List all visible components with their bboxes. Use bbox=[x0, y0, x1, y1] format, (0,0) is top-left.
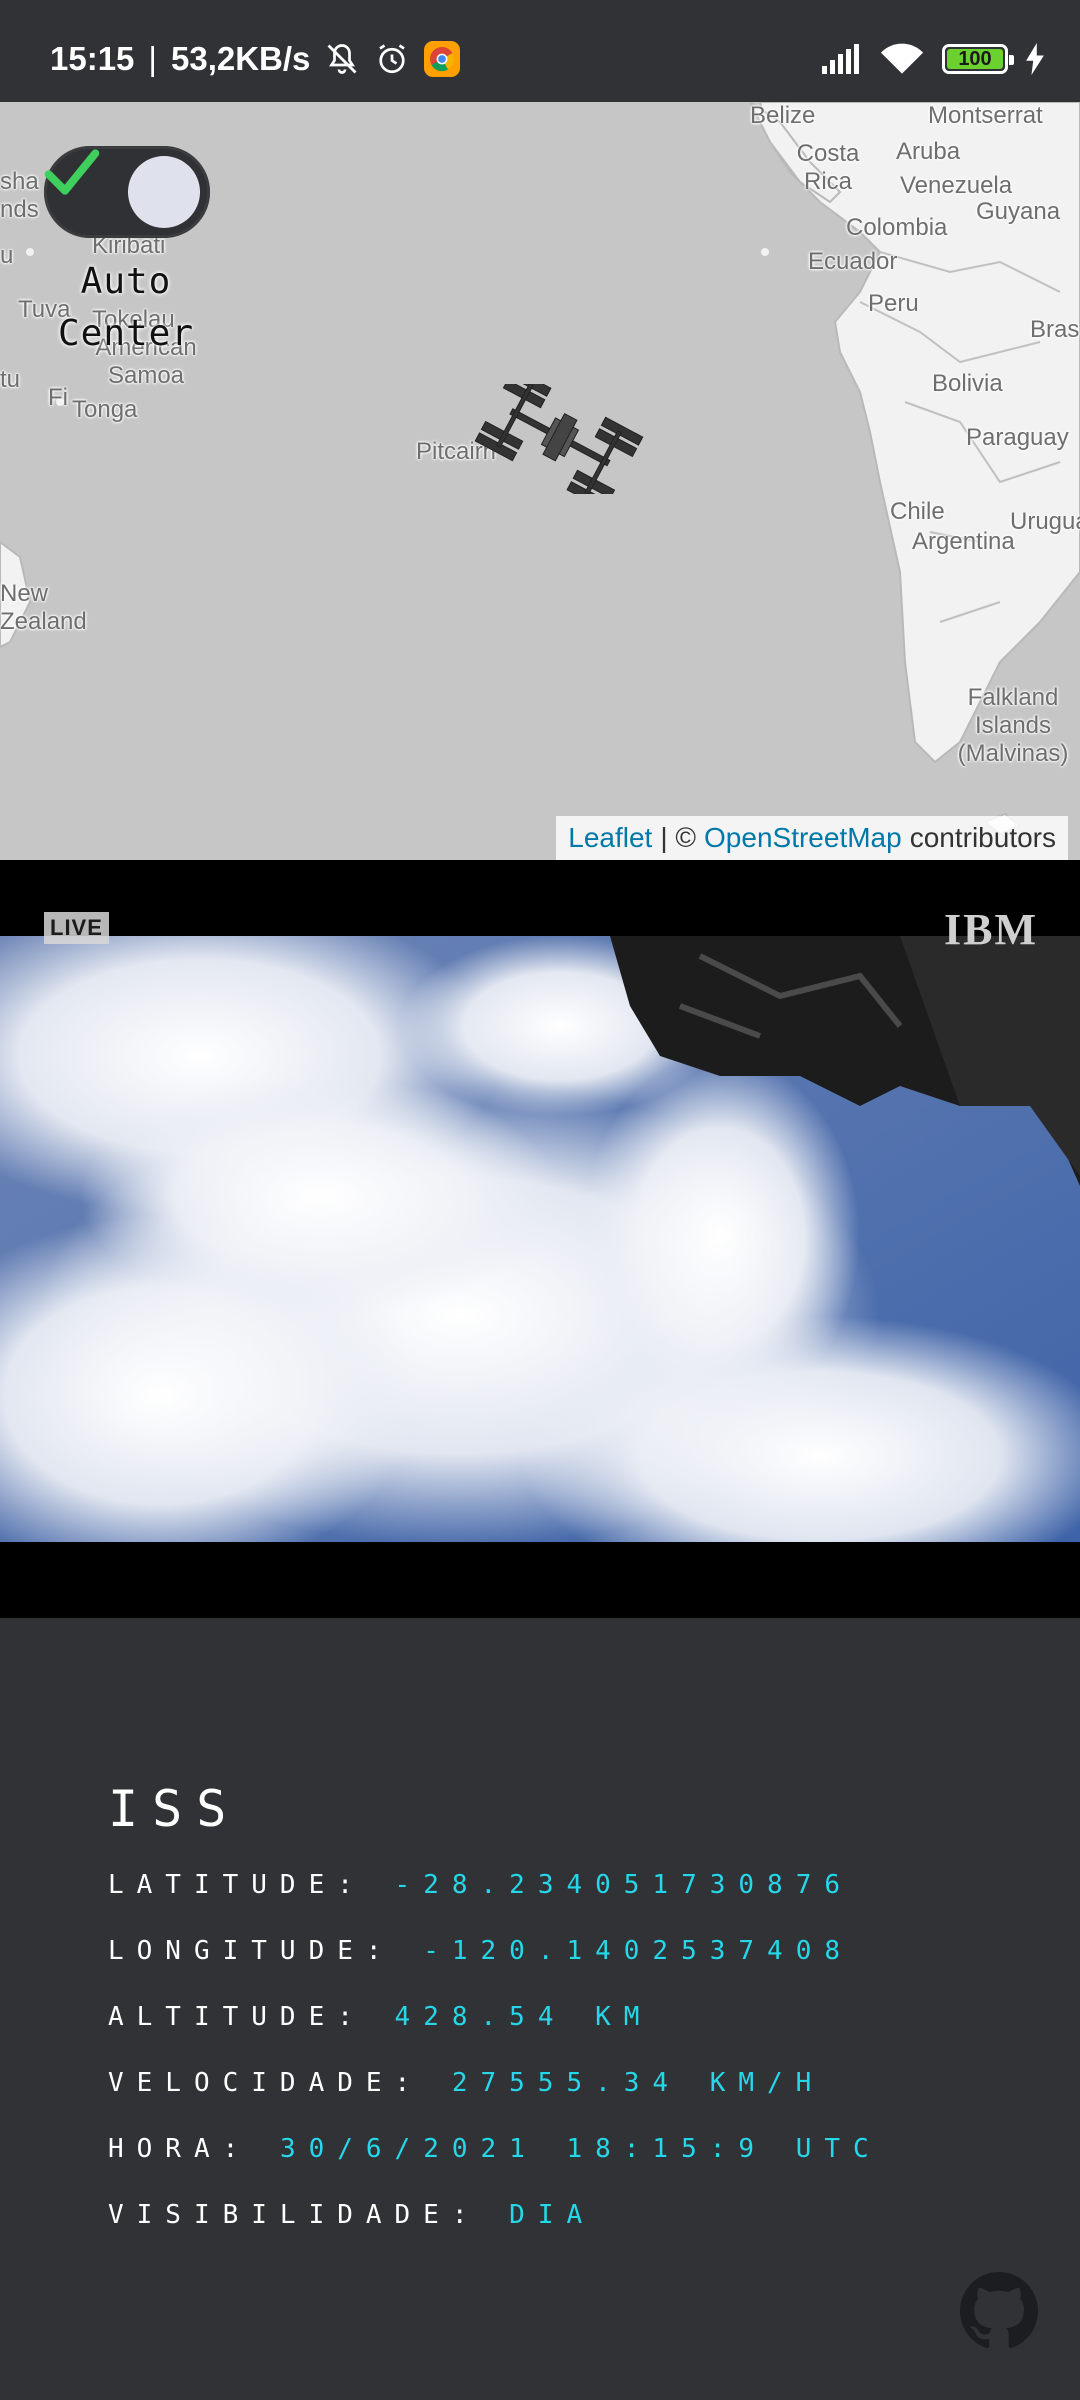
visibility-value: DIA bbox=[509, 2200, 596, 2230]
auto-center-toggle-wrap bbox=[44, 146, 210, 238]
live-video-player[interactable]: LIVE IBM bbox=[0, 860, 1080, 1618]
longitude-value: -120.1402537408 bbox=[423, 1936, 854, 1966]
charging-icon bbox=[1026, 43, 1044, 75]
longitude-label: LONGITUDE: bbox=[108, 1936, 395, 1966]
attribution-suffix: contributors bbox=[909, 822, 1056, 853]
map-label-uruguay: Urugua bbox=[1010, 508, 1080, 535]
map-label-peru: Peru bbox=[868, 290, 919, 317]
time-value: 30/6/2021 18:15:9 UTC bbox=[279, 2134, 882, 2164]
map-attribution: Leaflet | © OpenStreetMap contributors bbox=[556, 816, 1068, 860]
signal-icon bbox=[822, 44, 862, 74]
network-speed: 53,2KB/s bbox=[170, 40, 311, 77]
velocity-label: VELOCIDADE: bbox=[108, 2068, 424, 2098]
map-label-falkland: Falkland Islands (Malvinas) bbox=[957, 684, 1069, 767]
map-label-belize: Belize bbox=[750, 102, 816, 129]
map-label-costa-rica: Costa Rica bbox=[796, 140, 860, 195]
map-label-bolivia: Bolivia bbox=[932, 370, 1003, 397]
latitude-value: -28.234051730876 bbox=[394, 1870, 853, 1900]
map-label-fiji: Fi bbox=[48, 384, 68, 411]
map-label-u: u bbox=[0, 242, 14, 269]
battery-icon: 100 bbox=[942, 44, 1014, 74]
map-label-ecuador: Ecuador bbox=[808, 248, 898, 275]
iss-info-panel: ISS LATITUDE: -28.234051730876 LONGITUDE… bbox=[0, 1618, 1080, 2400]
map-label-colombia: Colombia bbox=[846, 214, 948, 241]
time-row: HORA: 30/6/2021 18:15:9 UTC bbox=[108, 2134, 882, 2164]
map-label-islands: nds bbox=[0, 196, 39, 223]
visibility-row: VISIBILIDADE: DIA bbox=[108, 2200, 595, 2230]
live-badge: LIVE bbox=[44, 912, 109, 944]
battery-level: 100 bbox=[958, 47, 992, 70]
latitude-row: LATITUDE: -28.234051730876 bbox=[108, 1870, 853, 1900]
map-label-paraguay: Paraguay bbox=[966, 424, 1069, 451]
velocity-row: VELOCIDADE: 27555.34 KM/H bbox=[108, 2068, 824, 2098]
map-label-venezuela: Venezuela bbox=[900, 172, 1013, 199]
toggle-knob bbox=[128, 156, 200, 228]
status-separator: | bbox=[148, 40, 157, 77]
visibility-label: VISIBILIDADE: bbox=[108, 2200, 481, 2230]
check-icon bbox=[44, 149, 100, 195]
earth-video-frame bbox=[0, 936, 1080, 1542]
map-label-chile: Chile bbox=[890, 498, 945, 525]
altitude-row: ALTITUDE: 428.54 KM bbox=[108, 2002, 652, 2032]
iss-title: ISS bbox=[108, 1780, 241, 1838]
status-bar: 15:15 | 53,2KB/s 100 bbox=[0, 0, 1080, 102]
status-time: 15:15 bbox=[50, 40, 135, 77]
map-label-marshall: sha bbox=[0, 168, 39, 195]
altitude-label: ALTITUDE: bbox=[108, 2002, 366, 2032]
map-label-tu: tu bbox=[0, 366, 21, 393]
wifi-icon bbox=[880, 42, 924, 76]
velocity-value: 27555.34 KM/H bbox=[451, 2068, 825, 2098]
map-label-new-zealand: New Zealand bbox=[0, 580, 87, 635]
altitude-value: 428.54 KM bbox=[394, 2002, 653, 2032]
map-label-argentina: Argentina bbox=[912, 528, 1015, 555]
iss-marker-icon[interactable] bbox=[474, 384, 644, 494]
map-label-brasil: Bras bbox=[1030, 316, 1080, 343]
auto-center-label: Auto Center bbox=[57, 261, 195, 354]
leaflet-link[interactable]: Leaflet bbox=[568, 822, 652, 854]
github-icon[interactable] bbox=[960, 2272, 1038, 2350]
longitude-row: LONGITUDE: -120.1402537408 bbox=[108, 1936, 853, 1966]
ibm-logo: IBM bbox=[944, 905, 1038, 954]
map-label-guyana: Guyana bbox=[976, 198, 1061, 225]
map-label-tonga: Tonga bbox=[72, 396, 138, 423]
latitude-label: LATITUDE: bbox=[108, 1870, 366, 1900]
map-label-montserrat: Montserrat bbox=[928, 102, 1043, 129]
map[interactable]: Belize Montserrat Costa Rica Aruba Venez… bbox=[0, 102, 1080, 860]
alarm-icon bbox=[374, 41, 410, 77]
time-label: HORA: bbox=[108, 2134, 252, 2164]
map-label-aruba: Aruba bbox=[896, 138, 961, 165]
earth-clouds-image bbox=[0, 936, 1080, 1542]
chrome-icon bbox=[424, 41, 461, 77]
attribution-separator: | © bbox=[660, 822, 697, 853]
mute-icon bbox=[324, 41, 360, 77]
openstreetmap-link[interactable]: OpenStreetMap bbox=[704, 822, 902, 854]
auto-center-toggle[interactable] bbox=[44, 146, 210, 238]
